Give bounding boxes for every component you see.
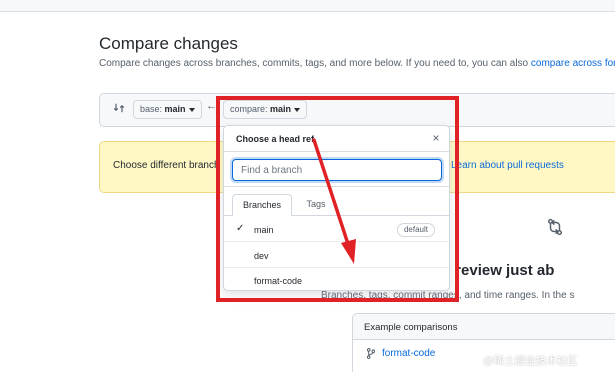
arrow-left-icon: ← <box>206 100 217 112</box>
blankslate-description: Branches, tags, commit ranges, and time … <box>321 290 575 301</box>
compare-branch-button[interactable]: compare: main <box>223 100 308 119</box>
branch-search-input[interactable] <box>232 159 442 181</box>
branch-item-format-code[interactable]: format-code <box>224 268 449 290</box>
git-branch-icon <box>366 348 376 359</box>
head-ref-dropdown: Choose a head ref × Branches Tags ✓ main… <box>223 125 450 291</box>
base-label: base: <box>140 104 163 114</box>
default-badge: default <box>396 223 435 237</box>
caret-down-icon <box>294 107 301 112</box>
compare-label: compare: <box>230 104 268 114</box>
close-icon[interactable]: × <box>430 131 442 145</box>
check-icon: ✓ <box>236 223 245 234</box>
base-value: main <box>164 104 186 114</box>
branch-name: dev <box>254 251 269 261</box>
tab-branches[interactable]: Branches <box>232 194 292 216</box>
caret-down-icon <box>188 107 195 112</box>
page-title: Compare changes <box>99 34 238 53</box>
base-branch-button[interactable]: base: main <box>133 100 202 119</box>
page-description-text: Compare changes across branches, commits… <box>99 58 531 69</box>
dropdown-tabs: Branches Tags <box>224 188 449 216</box>
dropdown-filter <box>224 153 449 187</box>
compare-across-forks-link[interactable]: compare across forks. <box>531 58 615 69</box>
dropdown-header: Choose a head ref × <box>224 126 449 152</box>
page-description: Compare changes across branches, commits… <box>99 58 615 69</box>
branch-name: format-code <box>254 276 303 286</box>
git-compare-icon <box>113 103 125 113</box>
git-compare-icon <box>547 218 563 236</box>
top-header-bar <box>0 0 615 12</box>
branch-item-dev[interactable]: dev <box>224 243 449 268</box>
dropdown-title: Choose a head ref <box>236 134 315 144</box>
tab-tags[interactable]: Tags <box>298 194 334 216</box>
example-comparison-label: format-code <box>382 348 436 359</box>
example-comparisons-header: Example comparisons <box>353 314 615 340</box>
watermark: @稀土掘金技术社区 <box>483 355 578 367</box>
flash-text: Choose different branch <box>113 160 220 171</box>
branch-name: main <box>254 225 274 235</box>
learn-pull-requests-link[interactable]: Learn about pull requests <box>451 160 564 171</box>
compare-value: main <box>270 104 292 114</box>
branch-item-main[interactable]: ✓ main default <box>224 217 449 242</box>
